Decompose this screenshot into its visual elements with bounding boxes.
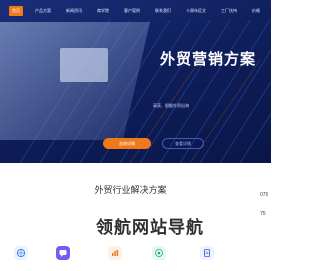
nav-item-anniversary[interactable]: 十周年征文 (183, 6, 209, 16)
phone-snippet-2: 75 (260, 211, 266, 217)
target-icon[interactable] (152, 246, 166, 260)
nav-item-products[interactable]: 产品方案 (32, 6, 54, 16)
chart-icon[interactable] (108, 246, 122, 260)
chat-icon[interactable] (56, 246, 70, 260)
site-watermark: 领航网站导航 (96, 218, 204, 237)
top-navigation: 首页 产品方案 新闻资讯 商学院 客户案例 联系我们 十周年征文 工厂扶持 价格 (0, 4, 271, 18)
solution-icon-row (0, 246, 271, 271)
nav-item-factory[interactable]: 工厂扶持 (218, 6, 240, 16)
document-icon[interactable] (200, 246, 214, 260)
hero-title: 外贸营销方案 (160, 51, 257, 68)
nav-item-academy[interactable]: 商学院 (94, 6, 112, 16)
consult-button[interactable]: 咨询详情 (103, 138, 151, 149)
hero-subtitle: 高获、赋能外贸出海 (153, 103, 189, 108)
nav-item-pricing[interactable]: 价格 (249, 6, 263, 16)
nav-item-news[interactable]: 新闻资讯 (63, 6, 85, 16)
globe-icon[interactable] (14, 246, 28, 260)
view-details-button[interactable]: 查看详情 (162, 138, 204, 149)
phone-snippet: 075 (260, 192, 269, 198)
hero-photo-screen (60, 48, 108, 82)
nav-item-contact[interactable]: 联系我们 (152, 6, 174, 16)
nav-item-cases[interactable]: 客户案例 (121, 6, 143, 16)
section-title: 外贸行业解决方案 (94, 185, 167, 195)
nav-item-home[interactable]: 首页 (9, 6, 23, 16)
